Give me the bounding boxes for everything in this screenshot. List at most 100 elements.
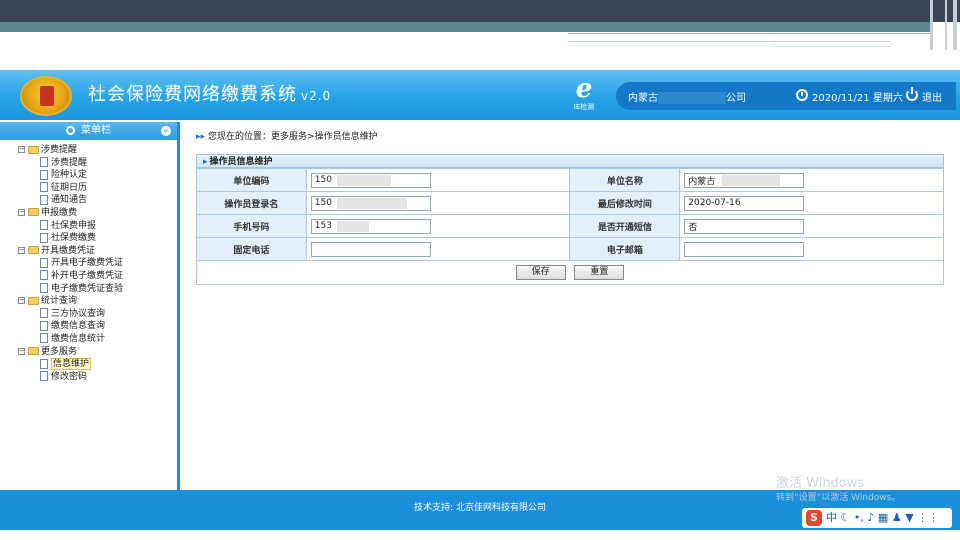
unit-name-cell (679, 168, 944, 192)
slide-decor-line (568, 33, 930, 34)
redacted-block (336, 174, 391, 186)
collapse-toggle-icon[interactable]: − (18, 146, 25, 153)
reset-button[interactable]: 重置 (574, 265, 625, 280)
form-row: 单位编码 单位名称 (196, 168, 944, 192)
menu-item-info-maintenance[interactable]: 信息维护 (18, 358, 177, 371)
sogou-ime-icon: S (806, 510, 822, 526)
form-row: 固定电话 电子邮箱 (196, 237, 944, 261)
menu-item-agreement-query[interactable]: 三方协议查询 (18, 308, 177, 321)
login-name-field-wrap (310, 195, 431, 211)
ie-check-button[interactable]: e IE检测 (566, 76, 602, 118)
document-icon (40, 182, 48, 193)
menu-item-notices[interactable]: 通知通告 (18, 194, 177, 207)
menu-group-voucher[interactable]: − 开具缴费凭证 (18, 245, 177, 258)
app-header: 社会保险费网络缴费系统 v2.0 社会保险费网络缴费系统 e IE检测 内蒙古 公司… (0, 70, 960, 120)
redacted-block (336, 220, 369, 232)
redacted-block (658, 92, 726, 104)
menu-item-issue-voucher[interactable]: 开具电子缴费凭证 (18, 257, 177, 270)
document-icon (40, 371, 48, 382)
collapse-toggle-icon[interactable]: − (18, 246, 25, 254)
collapse-toggle-icon[interactable]: − (18, 208, 25, 216)
redacted-block (722, 174, 781, 186)
collapse-icon[interactable]: « (161, 126, 171, 136)
mobile-field-wrap (310, 218, 431, 234)
login-name-cell (305, 191, 571, 215)
breadcrumb: ▸▸ 您现在的位置：更多服务>操作员信息维护 (196, 132, 378, 142)
phone-input[interactable] (310, 241, 431, 257)
email-label: 电子邮箱 (569, 237, 681, 261)
company-name: 内蒙古 公司 (628, 92, 746, 104)
slide-decor-bar (945, 0, 947, 50)
unit-code-cell (305, 168, 571, 192)
collapse-toggle-icon[interactable]: − (18, 347, 25, 355)
menu-item-payment-query[interactable]: 缴费信息查询 (18, 320, 177, 333)
menu-item-change-password[interactable]: 修改密码 (18, 371, 177, 384)
document-icon (40, 257, 48, 268)
tax-emblem-icon (20, 76, 72, 116)
logout-link[interactable]: 退出 (922, 89, 942, 104)
ime-user-icon[interactable]: ♟ (892, 511, 902, 524)
menu-item-pay[interactable]: 社保费缴费 (18, 232, 177, 245)
redacted-block (336, 197, 407, 209)
ime-tools-icon[interactable]: ⋮⋮ (917, 511, 939, 524)
login-name-label: 操作员登录名 (196, 191, 307, 215)
power-icon[interactable] (906, 87, 918, 101)
mobile-cell (305, 214, 571, 238)
email-cell (679, 237, 944, 261)
sidebar-header: 菜单栏 « (0, 122, 177, 140)
ime-language-label[interactable]: 中 (826, 511, 837, 524)
slide-top-band (0, 0, 960, 22)
collapse-toggle-icon[interactable]: − (18, 297, 25, 305)
form-row: 手机号码 是否开通短信 (196, 214, 944, 238)
sms-enabled-label: 是否开通短信 (569, 214, 681, 238)
document-icon (40, 358, 48, 369)
save-button[interactable]: 保存 (515, 265, 566, 280)
unit-code-field-wrap (310, 172, 431, 188)
slide-decor-line (774, 46, 890, 47)
document-icon (40, 320, 48, 331)
double-arrow-icon: ▸▸ (196, 132, 206, 142)
ime-punct-icon[interactable]: •, (854, 511, 864, 524)
document-icon (40, 283, 48, 294)
document-icon (40, 157, 48, 168)
slide-teal-band (0, 22, 930, 32)
document-icon (40, 220, 48, 231)
menu-item-payment-stats[interactable]: 缴费信息统计 (18, 333, 177, 346)
menu-item-declare[interactable]: 社保费申报 (18, 220, 177, 233)
menu-item-verify-voucher[interactable]: 电子缴费凭证查验 (18, 283, 177, 296)
system-title-reflection: 社会保险费网络缴费系统 (88, 85, 297, 98)
ime-mic-icon[interactable]: ♪ (867, 511, 874, 524)
menu-item-insurance-type[interactable]: 险种认定 (18, 169, 177, 182)
last-modified-cell (679, 191, 944, 215)
menu-item-reissue-voucher[interactable]: 补开电子缴费凭证 (18, 270, 177, 283)
last-modified-label: 最后修改时间 (569, 191, 681, 215)
menu-group-more-services[interactable]: − 更多服务 (18, 346, 177, 359)
phone-cell (305, 237, 571, 261)
menu-item-fee-reminder[interactable]: 涉费提醒 (18, 157, 177, 170)
menu-group-statistics[interactable]: − 统计查询 (18, 295, 177, 308)
email-input[interactable] (684, 241, 805, 257)
menu-item-tax-calendar[interactable]: 征期日历 (18, 182, 177, 195)
document-icon (40, 194, 48, 205)
phone-label: 固定电话 (196, 237, 307, 261)
ime-keyboard-icon[interactable]: ▦ (878, 511, 888, 524)
sms-enabled-cell (679, 214, 944, 238)
menu-group-fee-reminder[interactable]: − 涉费提醒 (18, 144, 177, 157)
last-modified-input[interactable] (684, 195, 805, 211)
main-content: ▸▸您现在的位置：更多服务>操作员信息维护 ▸操作员信息维护 单位编码 单位名称 (186, 128, 956, 488)
sms-enabled-input[interactable] (684, 218, 805, 234)
mobile-input[interactable] (310, 218, 431, 234)
ie-check-label: IE检测 (573, 103, 595, 111)
operator-info-panel: ▸操作员信息维护 单位编码 单位名称 (196, 154, 944, 285)
ime-moon-icon[interactable]: ☾ (841, 511, 851, 524)
folder-icon (28, 347, 39, 355)
document-icon (40, 169, 48, 180)
menu-group-declare-pay[interactable]: − 申报缴费 (18, 207, 177, 220)
ime-skin-icon[interactable]: ▼ (905, 511, 913, 524)
mobile-label: 手机号码 (196, 214, 307, 238)
panel-title: ▸ 操作员信息维护 (196, 154, 944, 168)
windows-activation-watermark: 激活 Windows (776, 476, 865, 491)
unit-name-label: 单位名称 (569, 168, 681, 192)
ime-toolbar[interactable]: S中 ☾ •, ♪ ▦ ♟ ▼ ⋮⋮ (802, 508, 952, 528)
folder-icon (28, 208, 39, 217)
